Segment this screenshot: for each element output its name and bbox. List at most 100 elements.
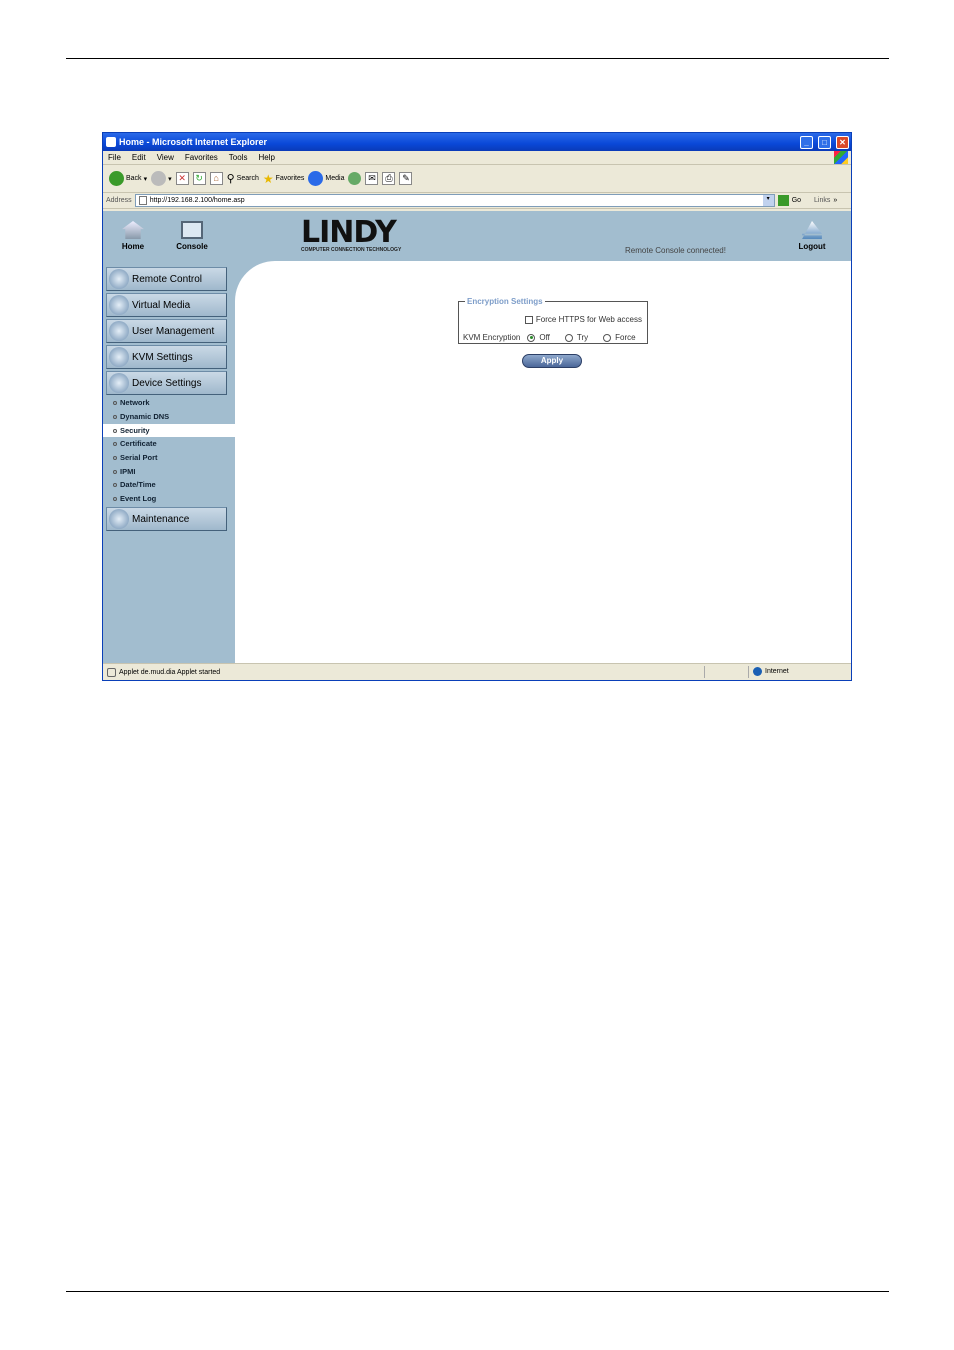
sub-certificate[interactable]: Certificate [103, 437, 235, 450]
address-bar: Address http://192.168.2.100/home.asp ▾ … [103, 193, 851, 209]
sub-network[interactable]: Network [103, 396, 235, 409]
page-content: Home Console LINDY COMPUTER CONNECTION T… [103, 211, 851, 663]
chevron-down-icon[interactable]: ▾ [762, 195, 774, 206]
menu-edit[interactable]: Edit [132, 153, 146, 162]
lindy-logo: LINDY COMPUTER CONNECTION TECHNOLOGY [301, 215, 411, 254]
address-label: Address [106, 197, 132, 204]
go-button[interactable]: Go [792, 197, 801, 204]
address-value: http://192.168.2.100/home.asp [149, 197, 245, 204]
gears-icon [109, 373, 129, 393]
applet-icon [107, 667, 116, 677]
radio-off[interactable] [527, 333, 536, 342]
bullet-icon [113, 428, 117, 433]
menu-tools[interactable]: Tools [229, 153, 248, 162]
console-nav[interactable]: Console [172, 221, 212, 251]
sub-serial-port[interactable]: Serial Port [103, 451, 235, 464]
history-icon[interactable] [348, 172, 362, 185]
forward-arrow-icon [151, 171, 167, 186]
remote-control-icon [109, 269, 129, 289]
stop-icon[interactable]: ✕ [175, 172, 189, 185]
minimize-button[interactable]: _ [800, 135, 813, 149]
edit-icon[interactable]: ✎ [399, 172, 413, 185]
logout-nav[interactable]: Logout [792, 221, 832, 251]
home-icon [122, 221, 144, 239]
bullet-icon [113, 469, 117, 474]
status-text: Applet de.mud.dia Applet started [119, 668, 221, 676]
sub-dynamic-dns[interactable]: Dynamic DNS [103, 410, 235, 423]
window-title: Home - Microsoft Internet Explorer [119, 137, 268, 147]
nav-remote-control[interactable]: Remote Control [106, 267, 227, 291]
address-input[interactable]: http://192.168.2.100/home.asp ▾ [134, 194, 775, 207]
kvm-encryption-label: KVM Encryption [463, 333, 521, 342]
radio-off-label: Off [539, 333, 550, 342]
sub-date-time[interactable]: Date/Time [103, 478, 235, 491]
media-button[interactable]: Media [308, 171, 344, 186]
page-icon [138, 196, 147, 205]
bullet-icon [113, 441, 117, 446]
menu-help[interactable]: Help [258, 153, 274, 162]
apply-button[interactable]: Apply [522, 354, 582, 368]
status-divider [748, 666, 749, 678]
bullet-icon [113, 414, 117, 419]
kvm-encryption-row: KVM Encryption Off Try Force [463, 333, 636, 342]
nav-maintenance[interactable]: Maintenance [106, 507, 227, 531]
header-curve [235, 261, 275, 301]
maintenance-icon [109, 509, 129, 529]
bullet-icon [113, 496, 117, 501]
home-icon[interactable]: ⌂ [209, 172, 223, 185]
media-icon [308, 171, 324, 186]
back-button[interactable]: Back ▾ [109, 171, 147, 186]
radio-force[interactable] [603, 333, 612, 342]
mail-icon[interactable]: ✉ [365, 172, 379, 185]
top-rule [66, 58, 889, 59]
links-button[interactable]: Links [814, 197, 830, 204]
back-arrow-icon [109, 171, 124, 186]
nav-virtual-media[interactable]: Virtual Media [106, 293, 227, 317]
ie-icon [106, 137, 116, 147]
radio-force-label: Force [615, 333, 636, 342]
page-header: Home Console LINDY COMPUTER CONNECTION T… [103, 211, 851, 261]
zone-label: Internet [765, 668, 789, 675]
encryption-settings-legend: Encryption Settings [467, 297, 543, 306]
radio-try[interactable] [564, 333, 573, 342]
logo-text: LINDY [301, 215, 397, 250]
windows-logo-icon [834, 151, 848, 164]
force-https-checkbox[interactable] [524, 315, 533, 324]
eject-icon [802, 221, 822, 239]
home-nav[interactable]: Home [113, 221, 153, 251]
sidebar: Remote Control Virtual Media User Manage… [103, 261, 235, 663]
nav-device-settings[interactable]: Device Settings [106, 371, 227, 395]
chevron-right-icon[interactable]: » [833, 197, 837, 204]
zone-indicator: Internet [753, 667, 789, 676]
close-button[interactable]: ✕ [836, 135, 849, 149]
go-arrow-icon[interactable] [777, 195, 789, 206]
sub-security[interactable]: Security [103, 424, 235, 437]
menu-bar: File Edit View Favorites Tools Help [103, 151, 851, 165]
favorites-button[interactable]: ★ Favorites [263, 172, 305, 186]
refresh-icon[interactable]: ↻ [192, 172, 206, 185]
bottom-rule [66, 1291, 889, 1292]
star-icon: ★ [262, 171, 274, 186]
nav-user-management[interactable]: User Management [106, 319, 227, 343]
search-button[interactable]: ⚲ Search [227, 172, 259, 185]
browser-window: Home - Microsoft Internet Explorer _ □ ✕… [102, 132, 852, 681]
toolbar: Back ▾ ▾ ✕ ↻ ⌂ ⚲ Search ★ Favorites Media ✉… [103, 165, 851, 193]
status-bar: Applet de.mud.dia Applet started Interne… [103, 663, 851, 680]
sub-ipmi[interactable]: IPMI [103, 465, 235, 478]
sub-event-log[interactable]: Event Log [103, 492, 235, 505]
radio-try-label: Try [576, 333, 589, 342]
nav-kvm-settings[interactable]: KVM Settings [106, 345, 227, 369]
menu-favorites[interactable]: Favorites [185, 153, 218, 162]
menu-file[interactable]: File [108, 153, 121, 162]
forward-button[interactable]: ▾ [151, 171, 172, 186]
status-divider [704, 666, 705, 678]
bullet-icon [113, 455, 117, 460]
kvm-icon [109, 347, 129, 367]
print-icon[interactable]: ⎙ [382, 172, 396, 185]
menu-view[interactable]: View [157, 153, 174, 162]
maximize-button[interactable]: □ [818, 135, 831, 149]
console-status: Remote Console connected! [625, 246, 726, 255]
encryption-settings-group: Encryption Settings Force HTTPS for Web … [458, 297, 648, 344]
search-icon: ⚲ [226, 173, 235, 185]
logo-tagline: COMPUTER CONNECTION TECHNOLOGY [301, 247, 402, 253]
